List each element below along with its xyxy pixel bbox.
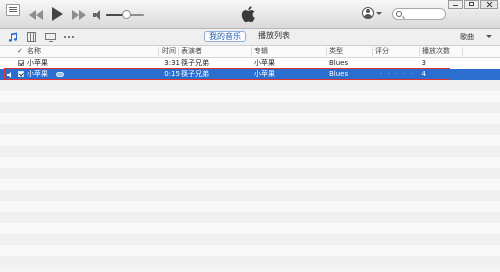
- song-artist: 筷子兄弟: [181, 59, 209, 67]
- song-rating[interactable]: [375, 58, 420, 69]
- table-row-selected[interactable]: 小苹果 0:15 筷子兄弟 小苹果 Blues · · · · · 4: [0, 69, 500, 80]
- song-rating[interactable]: · · · · ·: [380, 69, 415, 80]
- movie-icon[interactable]: [27, 32, 36, 42]
- song-plays: 3: [421, 59, 426, 67]
- media-nav-bar: 我的音乐 播放列表 歌曲: [0, 29, 500, 46]
- chevron-down-icon: [486, 35, 492, 38]
- tv-icon[interactable]: [45, 33, 56, 42]
- song-name: 小苹果: [27, 59, 48, 67]
- view-select-label: 歌曲: [460, 33, 474, 41]
- song-genre: Blues: [329, 70, 349, 78]
- more-icon[interactable]: [64, 36, 76, 39]
- cloud-icon[interactable]: [56, 72, 64, 77]
- song-album: 小苹果: [254, 59, 275, 67]
- empty-row: [0, 157, 500, 168]
- account-button[interactable]: [362, 7, 384, 21]
- next-track-icon[interactable]: [72, 10, 86, 20]
- search-box[interactable]: [392, 8, 446, 20]
- table-row[interactable]: 小苹果 3:31 筷子兄弟 小苹果 Blues 3: [0, 58, 500, 69]
- column-divider: [372, 47, 373, 56]
- empty-row: [0, 190, 500, 201]
- header-check[interactable]: ✓: [17, 46, 24, 57]
- empty-row: [0, 91, 500, 102]
- header-genre[interactable]: 类型: [329, 46, 373, 57]
- song-genre: Blues: [329, 59, 349, 67]
- song-artist: 筷子兄弟: [181, 70, 209, 78]
- empty-row: [0, 179, 500, 190]
- minimize-icon[interactable]: [448, 0, 463, 9]
- empty-row: [0, 201, 500, 212]
- search-icon: [396, 11, 402, 17]
- empty-row: [0, 113, 500, 124]
- search-input[interactable]: [404, 10, 444, 19]
- column-divider: [251, 47, 252, 56]
- header-name[interactable]: 名称: [27, 46, 147, 57]
- volume-icon: [93, 10, 103, 20]
- table-header: ✓ 名称 时间 表演者 专辑 类型 评分 播放次数: [0, 46, 500, 58]
- column-divider: [462, 47, 463, 56]
- song-table: ✓ 名称 时间 表演者 专辑 类型 评分 播放次数 小苹果 3:31 筷子兄弟 …: [0, 46, 500, 272]
- column-divider: [158, 47, 159, 56]
- empty-row: [0, 146, 500, 157]
- song-time: 3:31: [164, 59, 180, 67]
- column-divider: [419, 47, 420, 56]
- music-note-icon[interactable]: [8, 32, 18, 42]
- volume-knob[interactable]: [121, 10, 131, 19]
- empty-row: [0, 256, 500, 267]
- header-rating[interactable]: 评分: [375, 46, 420, 57]
- empty-row: [0, 223, 500, 234]
- column-divider: [326, 47, 327, 56]
- empty-row: [0, 124, 500, 135]
- empty-row: [0, 212, 500, 223]
- empty-row: [0, 234, 500, 245]
- view-select[interactable]: 歌曲: [460, 32, 496, 42]
- apple-logo-icon: [241, 6, 255, 23]
- empty-row: [0, 245, 500, 256]
- header-album[interactable]: 专辑: [254, 46, 324, 57]
- column-divider: [178, 47, 179, 56]
- song-time: 0:15: [164, 70, 180, 78]
- chevron-down-icon: [376, 12, 382, 15]
- tab-my-music[interactable]: 我的音乐: [204, 31, 246, 42]
- account-icon: [362, 7, 374, 19]
- row-checkbox[interactable]: [18, 71, 24, 77]
- now-playing-speaker-icon: [7, 72, 13, 78]
- maximize-icon[interactable]: [464, 0, 479, 9]
- player-toolbar: [0, 0, 500, 29]
- volume-slider[interactable]: [106, 10, 144, 19]
- song-album: 小苹果: [254, 70, 275, 78]
- song-name: 小苹果: [27, 70, 48, 78]
- song-plays: 4: [421, 70, 426, 78]
- header-artist[interactable]: 表演者: [181, 46, 251, 57]
- close-icon[interactable]: [480, 0, 498, 9]
- empty-row: [0, 80, 500, 91]
- empty-row: [0, 168, 500, 179]
- empty-row: [0, 102, 500, 113]
- menu-icon[interactable]: [6, 4, 20, 16]
- previous-track-icon[interactable]: [29, 10, 43, 20]
- tab-playlists[interactable]: 播放列表: [254, 31, 294, 42]
- window-controls: [448, 0, 500, 10]
- header-plays[interactable]: 播放次数: [422, 46, 462, 57]
- row-checkbox[interactable]: [18, 60, 24, 66]
- empty-row: [0, 135, 500, 146]
- play-icon[interactable]: [52, 7, 64, 21]
